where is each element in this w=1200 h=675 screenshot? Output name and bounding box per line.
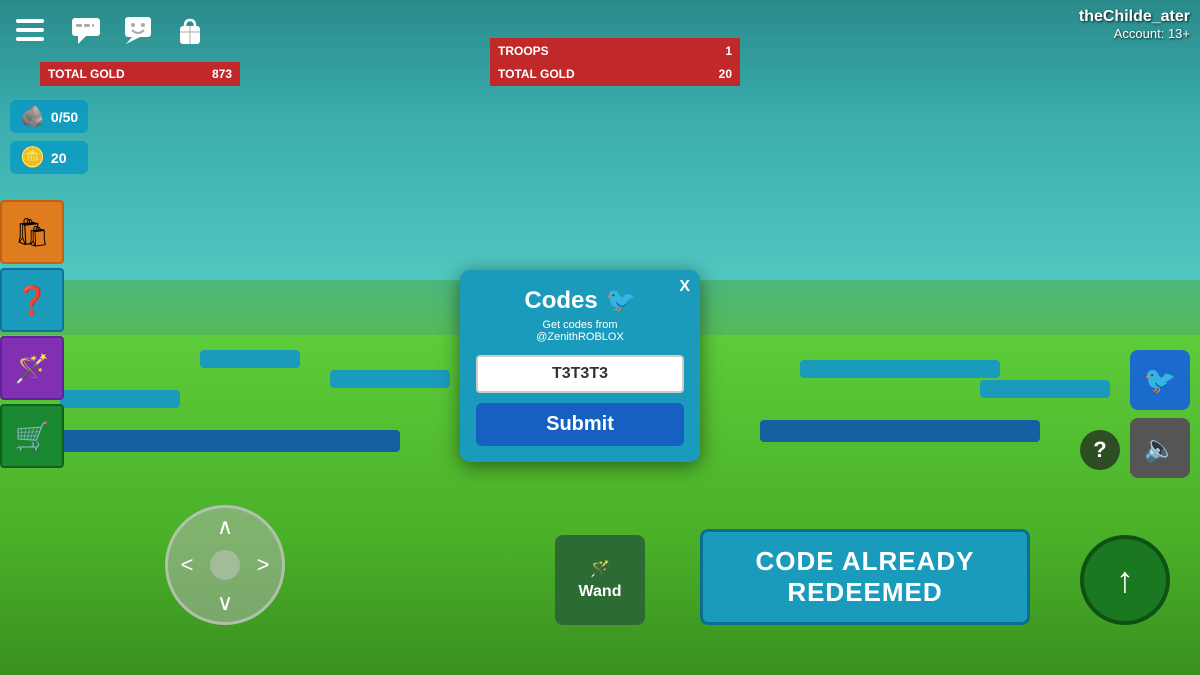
troops-bar: TROOPS 1: [490, 38, 740, 64]
redeemed-text-line1: CODE ALREADY: [719, 546, 1011, 577]
up-arrow-icon: ↑: [1116, 559, 1134, 601]
dpad: ∧ ∨ < >: [165, 505, 285, 625]
twitter-icon-modal: 🐦: [606, 286, 636, 315]
emote-icon-button[interactable]: [114, 6, 162, 54]
submit-button[interactable]: Submit: [476, 403, 684, 446]
twitter-button[interactable]: 🐦: [1130, 350, 1190, 410]
wand-icon: 🪄: [590, 559, 610, 579]
coin-count: 20: [51, 150, 67, 166]
dpad-right-button[interactable]: >: [245, 547, 281, 583]
resources-panel: 🪨 0/50 🪙 20: [10, 100, 88, 174]
redeemed-text-line2: REDEEMED: [719, 577, 1011, 608]
modal-header: Codes 🐦: [476, 286, 684, 315]
dpad-down-button[interactable]: ∨: [207, 585, 243, 621]
user-info: theChilde_ater Account: 13+: [1079, 8, 1190, 41]
menu-button[interactable]: [5, 5, 55, 55]
mystery-icon: ❓: [15, 284, 50, 317]
coin-icon: 🪙: [20, 145, 45, 170]
dpad-up-button[interactable]: ∧: [207, 509, 243, 545]
mystery-button[interactable]: ❓: [0, 268, 64, 332]
magic-button[interactable]: 🪄: [0, 336, 64, 400]
sound-button[interactable]: 🔈: [1130, 418, 1190, 478]
modal-title: Codes: [524, 287, 597, 315]
platform-3: [330, 370, 450, 388]
platform-7: [980, 380, 1110, 398]
dpad-center: [210, 550, 240, 580]
shop-icon: 🛍: [14, 216, 50, 249]
gold-label-right: TOTAL GOLD: [498, 67, 575, 81]
left-sidebar: 🛍 ❓ 🪄 🛒: [0, 200, 64, 468]
code-input[interactable]: [476, 355, 684, 393]
coin-resource: 🪙 20: [10, 141, 88, 174]
wand-button[interactable]: 🪄 Wand: [555, 535, 645, 625]
modal-subtitle: Get codes from @ZenithROBLOX: [476, 319, 684, 343]
bag-icon-button[interactable]: [166, 6, 214, 54]
sound-icon: 🔈: [1144, 433, 1176, 464]
gold-bar-right: TOTAL GOLD 20: [490, 62, 740, 86]
troops-value: 1: [725, 44, 732, 58]
question-icon: ?: [1093, 437, 1106, 463]
troops-label: TROOPS: [498, 44, 549, 58]
gold-label-left: TOTAL GOLD: [48, 67, 125, 81]
platform-1: [60, 390, 180, 408]
codes-modal: X Codes 🐦 Get codes from @ZenithROBLOX S…: [460, 270, 700, 462]
platform-5: [800, 360, 1000, 378]
gold-value-right: 20: [719, 67, 732, 81]
chat-icon-button[interactable]: [62, 6, 110, 54]
username-label: theChilde_ater: [1079, 8, 1190, 26]
cart-icon: 🛒: [15, 420, 50, 453]
rock-count: 0/50: [51, 109, 78, 125]
rock-icon: 🪨: [20, 104, 45, 129]
redeemed-banner: CODE ALREADY REDEEMED: [700, 529, 1030, 625]
right-side-buttons: 🐦 🔈: [1130, 350, 1190, 478]
shop-button[interactable]: 🛍: [0, 200, 64, 264]
wand-label: Wand: [579, 583, 622, 601]
gold-bar-left: TOTAL GOLD 873: [40, 62, 240, 86]
platform-6: [760, 420, 1040, 442]
account-age-label: Account: 13+: [1079, 26, 1190, 41]
platform-4: [50, 430, 400, 452]
twitter-icon: 🐦: [1144, 365, 1176, 396]
magic-icon: 🪄: [15, 352, 50, 385]
rock-resource: 🪨 0/50: [10, 100, 88, 133]
platform-2: [200, 350, 300, 368]
gold-value-left: 873: [212, 67, 232, 81]
help-button[interactable]: ?: [1080, 430, 1120, 470]
cart-button[interactable]: 🛒: [0, 404, 64, 468]
dpad-left-button[interactable]: <: [169, 547, 205, 583]
close-modal-button[interactable]: X: [679, 278, 690, 296]
up-arrow-button[interactable]: ↑: [1080, 535, 1170, 625]
